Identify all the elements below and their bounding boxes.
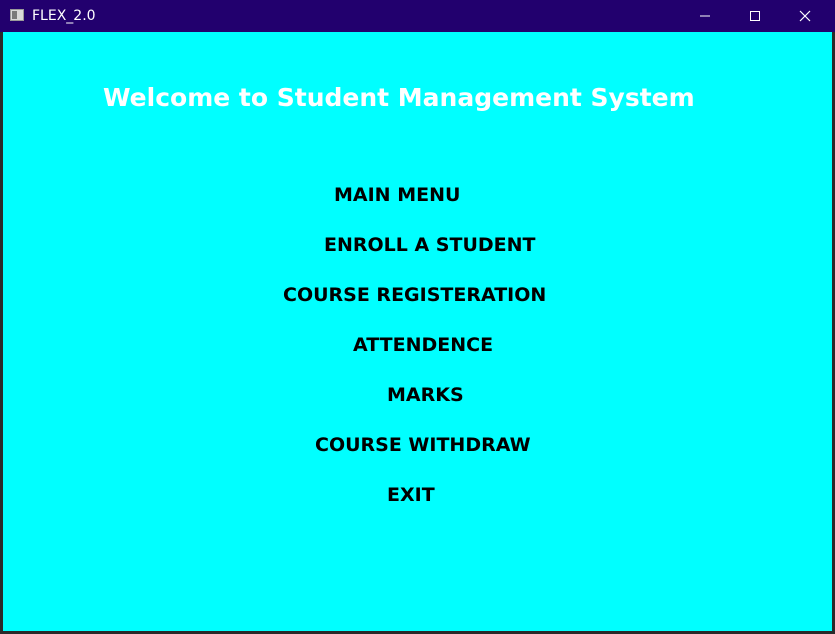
- title-bar[interactable]: FLEX_2.0: [0, 0, 835, 32]
- minimize-button[interactable]: [682, 0, 728, 32]
- menu-item-attendance[interactable]: ATTENDENCE: [353, 333, 493, 357]
- welcome-heading: Welcome to Student Management System: [103, 83, 695, 112]
- menu-item-course-registration[interactable]: COURSE REGISTERATION: [283, 283, 546, 307]
- maximize-icon: [750, 11, 760, 21]
- app-icon[interactable]: [10, 9, 24, 21]
- close-icon: [799, 10, 811, 22]
- menu-item-marks[interactable]: MARKS: [387, 383, 464, 407]
- minimize-icon: [700, 15, 710, 17]
- close-button[interactable]: [782, 0, 828, 32]
- app-window: FLEX_2.0 Welcome to Student Management S…: [0, 0, 835, 634]
- menu-item-course-withdraw[interactable]: COURSE WITHDRAW: [315, 433, 531, 457]
- menu-item-enroll-student[interactable]: ENROLL A STUDENT: [324, 233, 536, 257]
- main-menu-title: MAIN MENU: [334, 184, 461, 206]
- window-title: FLEX_2.0: [32, 8, 96, 24]
- client-area: Welcome to Student Management System MAI…: [3, 32, 832, 631]
- maximize-button[interactable]: [732, 0, 778, 32]
- menu-item-exit[interactable]: EXIT: [387, 483, 435, 507]
